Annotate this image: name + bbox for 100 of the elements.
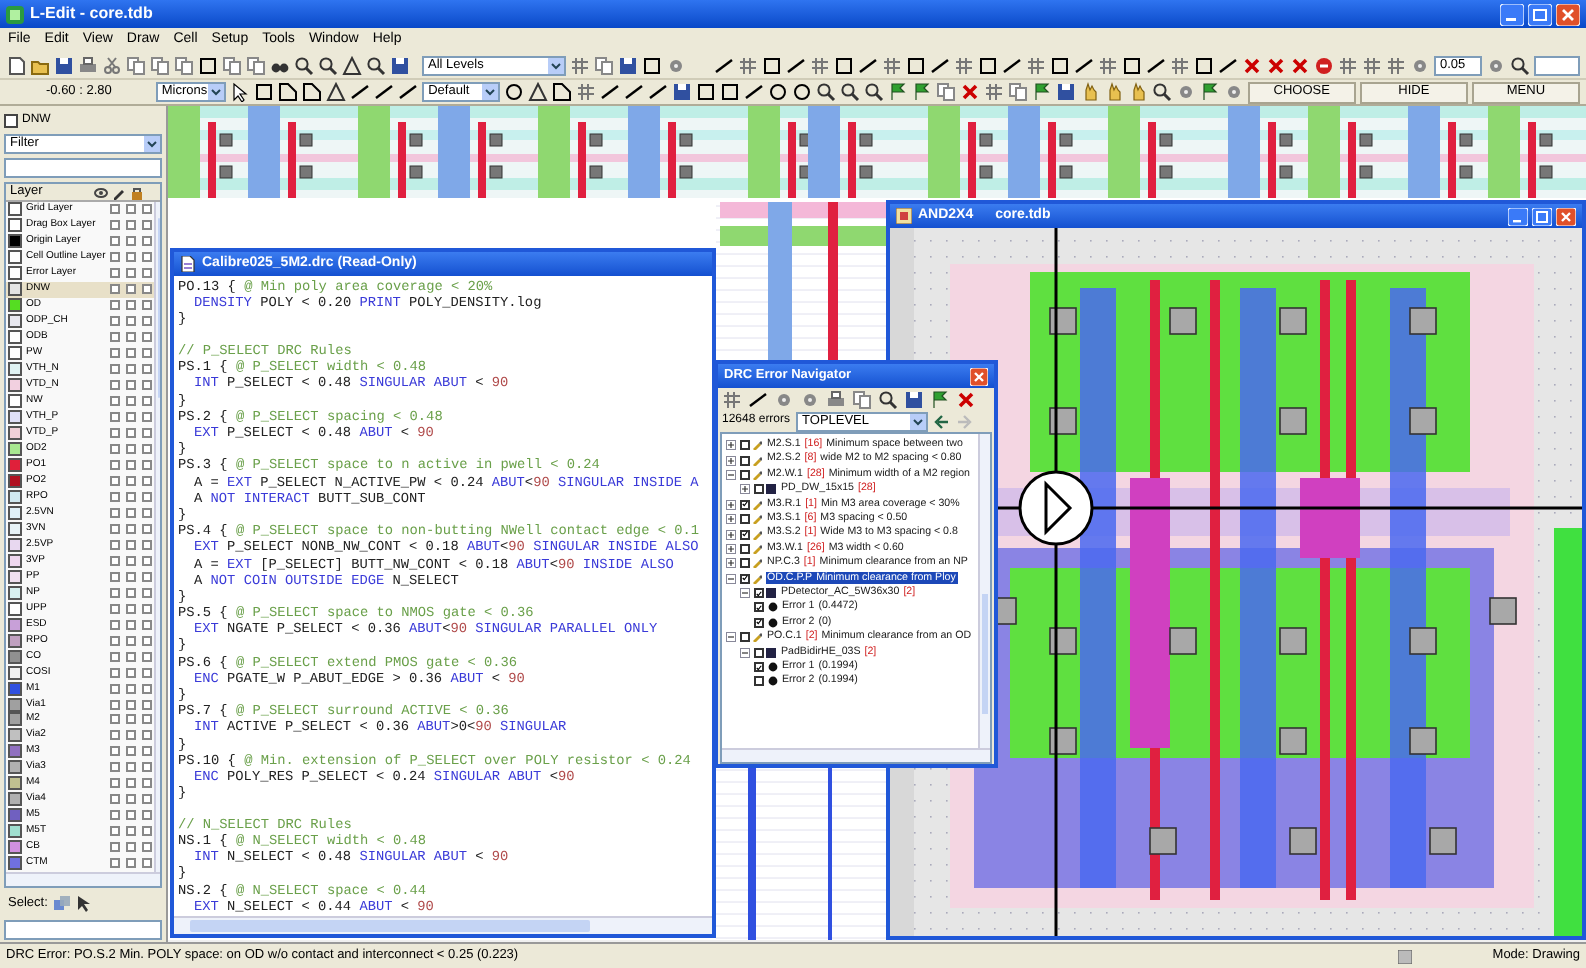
zoom-icon[interactable] bbox=[318, 56, 338, 76]
square-icon[interactable] bbox=[834, 56, 854, 76]
collapse-icon[interactable] bbox=[726, 469, 736, 480]
checkbox[interactable] bbox=[109, 428, 120, 439]
zoom-icon[interactable] bbox=[294, 56, 314, 76]
triangle-icon[interactable] bbox=[342, 56, 362, 76]
grid-icon[interactable] bbox=[722, 389, 742, 409]
checkbox[interactable] bbox=[125, 571, 136, 582]
checkbox[interactable] bbox=[109, 475, 120, 486]
flag-icon[interactable] bbox=[1199, 82, 1220, 102]
checkbox[interactable] bbox=[109, 523, 120, 534]
line-icon[interactable] bbox=[398, 82, 419, 102]
x-icon[interactable] bbox=[1266, 56, 1286, 76]
checkbox[interactable] bbox=[109, 539, 120, 550]
line-icon[interactable] bbox=[930, 56, 950, 76]
checkbox[interactable] bbox=[141, 714, 152, 725]
checkbox[interactable] bbox=[125, 714, 136, 725]
expand-icon[interactable] bbox=[726, 529, 736, 540]
cursor-icon[interactable] bbox=[75, 896, 92, 912]
polygon-icon[interactable] bbox=[551, 82, 572, 102]
checkbox[interactable] bbox=[739, 632, 749, 643]
checkbox[interactable] bbox=[141, 459, 152, 470]
zoom-icon[interactable] bbox=[839, 82, 860, 102]
checkbox[interactable] bbox=[141, 746, 152, 757]
hand-icon[interactable] bbox=[1103, 82, 1124, 102]
collapse-icon[interactable] bbox=[740, 588, 750, 599]
checkbox[interactable] bbox=[141, 348, 152, 359]
checkbox[interactable] bbox=[109, 364, 120, 375]
checkbox[interactable] bbox=[109, 459, 120, 470]
checkbox[interactable] bbox=[141, 794, 152, 805]
zoom-icon[interactable] bbox=[1151, 82, 1172, 102]
checkbox[interactable] bbox=[141, 699, 152, 710]
checkbox[interactable] bbox=[125, 619, 136, 630]
scrollbar[interactable] bbox=[174, 916, 712, 934]
checkbox[interactable] bbox=[109, 651, 120, 662]
back-arrow-icon[interactable] bbox=[934, 413, 951, 429]
grid-icon[interactable] bbox=[1386, 56, 1406, 76]
circle-icon[interactable] bbox=[791, 82, 812, 102]
grid-icon[interactable] bbox=[954, 56, 974, 76]
line-icon[interactable] bbox=[350, 82, 371, 102]
checkbox[interactable] bbox=[109, 491, 120, 502]
scissors-icon[interactable] bbox=[102, 56, 122, 76]
checkbox[interactable] bbox=[141, 571, 152, 582]
checkbox[interactable] bbox=[125, 364, 136, 375]
checkbox[interactable] bbox=[109, 571, 120, 582]
checkbox[interactable] bbox=[125, 491, 136, 502]
checkbox[interactable] bbox=[125, 252, 136, 263]
grid-icon[interactable] bbox=[1338, 56, 1358, 76]
checkbox[interactable] bbox=[141, 300, 152, 311]
checkbox[interactable] bbox=[125, 858, 136, 869]
line-icon[interactable] bbox=[858, 56, 878, 76]
expand-icon[interactable] bbox=[740, 484, 750, 495]
checkbox[interactable] bbox=[141, 778, 152, 789]
arrow-icon[interactable] bbox=[230, 82, 251, 102]
collapse-icon[interactable] bbox=[726, 632, 736, 643]
checkbox[interactable] bbox=[109, 507, 120, 518]
printer-icon[interactable] bbox=[826, 389, 846, 409]
zoom-icon[interactable] bbox=[878, 389, 898, 409]
flag-icon[interactable] bbox=[887, 82, 908, 102]
checkbox[interactable] bbox=[739, 573, 749, 584]
zoom-icon[interactable] bbox=[863, 82, 884, 102]
checkbox[interactable] bbox=[109, 587, 120, 598]
checkbox[interactable] bbox=[125, 683, 136, 694]
flag-icon[interactable] bbox=[1031, 82, 1052, 102]
checkbox[interactable] bbox=[141, 252, 152, 263]
checkbox[interactable] bbox=[125, 284, 136, 295]
checkbox[interactable] bbox=[125, 762, 136, 773]
grid-icon[interactable] bbox=[575, 82, 596, 102]
expand-icon[interactable] bbox=[726, 543, 736, 554]
checkbox[interactable] bbox=[109, 699, 120, 710]
grid-icon[interactable] bbox=[1026, 56, 1046, 76]
checkbox[interactable] bbox=[754, 602, 764, 613]
polygon-icon[interactable] bbox=[278, 82, 299, 102]
printer-icon[interactable] bbox=[78, 56, 98, 76]
checkbox[interactable] bbox=[125, 699, 136, 710]
line-icon[interactable] bbox=[786, 56, 806, 76]
checkbox[interactable] bbox=[125, 300, 136, 311]
checkbox[interactable] bbox=[754, 676, 764, 687]
checkbox[interactable] bbox=[109, 380, 120, 391]
checkbox[interactable] bbox=[109, 810, 120, 821]
maximize-icon[interactable] bbox=[1532, 207, 1552, 225]
checkbox[interactable] bbox=[141, 858, 152, 869]
checkbox[interactable] bbox=[141, 316, 152, 327]
circle-icon[interactable] bbox=[503, 82, 524, 102]
input-field[interactable] bbox=[1534, 56, 1580, 76]
circle-icon[interactable] bbox=[767, 82, 788, 102]
square-icon[interactable] bbox=[695, 82, 716, 102]
checkbox[interactable] bbox=[109, 635, 120, 646]
line-icon[interactable] bbox=[623, 82, 644, 102]
checkbox[interactable] bbox=[141, 730, 152, 741]
triangle-icon[interactable] bbox=[527, 82, 548, 102]
grid-icon[interactable] bbox=[1098, 56, 1118, 76]
scrollbar[interactable] bbox=[722, 748, 990, 762]
checkbox[interactable] bbox=[125, 587, 136, 598]
scrollbar[interactable] bbox=[978, 434, 990, 748]
checkbox[interactable] bbox=[125, 603, 136, 614]
checkbox[interactable] bbox=[753, 647, 763, 658]
gear-icon[interactable] bbox=[1410, 56, 1430, 76]
checkbox[interactable] bbox=[753, 588, 763, 599]
x-icon[interactable] bbox=[1290, 56, 1310, 76]
